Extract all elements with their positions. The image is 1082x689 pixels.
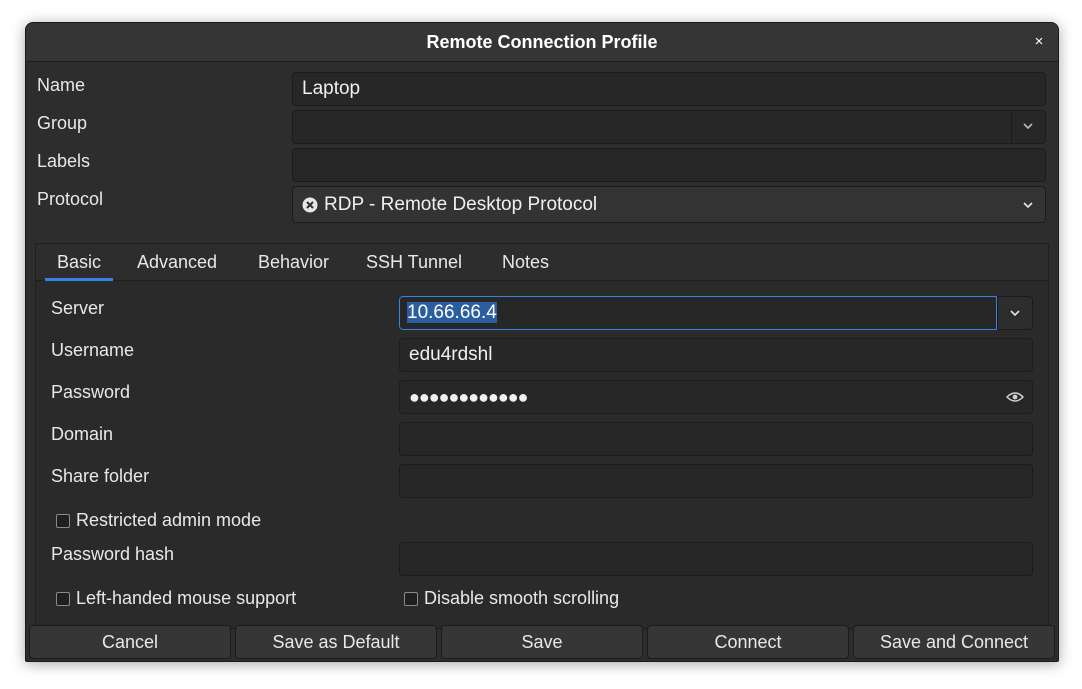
password-hash-label: Password hash (51, 544, 175, 564)
title-bar: Remote Connection Profile × (26, 23, 1058, 62)
server-entry[interactable]: 10.66.66.4 (399, 296, 997, 330)
name-value: Laptop (302, 78, 361, 99)
dialog-title: Remote Connection Profile (426, 32, 658, 52)
tab-notes[interactable]: Notes (490, 244, 561, 280)
restricted-admin-checkbox[interactable] (56, 514, 70, 528)
server-label: Server (51, 298, 105, 318)
protocol-value: RDP - Remote Desktop Protocol (324, 194, 598, 215)
close-button[interactable]: × (1028, 31, 1050, 53)
labels-label: Labels (37, 151, 91, 171)
close-icon: × (1034, 33, 1044, 50)
rdp-icon (302, 197, 318, 213)
save-as-default-button[interactable]: Save as Default (235, 625, 437, 659)
username-label: Username (51, 340, 135, 360)
domain-label: Domain (51, 424, 114, 444)
connect-button[interactable]: Connect (647, 625, 849, 659)
username-field[interactable]: edu4rdshl (399, 338, 1033, 372)
password-hash-field[interactable] (399, 542, 1033, 576)
domain-field[interactable] (399, 422, 1033, 456)
username-value: edu4rdshl (409, 344, 493, 365)
save-button[interactable]: Save (441, 625, 643, 659)
tab-bar: Basic Advanced Behavior SSH Tunnel Notes (36, 244, 1048, 281)
save-and-connect-button[interactable]: Save and Connect (853, 625, 1055, 659)
restricted-admin-label[interactable]: Restricted admin mode (76, 510, 261, 531)
protocol-label: Protocol (37, 189, 104, 209)
password-field[interactable]: ●●●●●●●●●●●● (399, 380, 1033, 414)
labels-field[interactable] (292, 148, 1046, 182)
smooth-scrolling-checkbox[interactable] (404, 592, 418, 606)
share-folder-label: Share folder (51, 466, 150, 486)
left-handed-label[interactable]: Left-handed mouse support (76, 588, 296, 609)
tab-behavior[interactable]: Behavior (246, 244, 341, 280)
connection-profile-dialog: Remote Connection Profile × Name Laptop … (25, 22, 1059, 662)
share-folder-field[interactable] (399, 464, 1033, 498)
eye-icon[interactable] (1006, 391, 1024, 403)
password-label: Password (51, 382, 131, 402)
group-dropdown-button[interactable] (1011, 111, 1045, 143)
tab-advanced[interactable]: Advanced (125, 244, 229, 280)
name-field[interactable]: Laptop (292, 72, 1046, 106)
chevron-down-icon (1023, 123, 1033, 130)
server-value: 10.66.66.4 (407, 302, 497, 323)
group-label: Group (37, 113, 88, 133)
settings-notebook: Basic Advanced Behavior SSH Tunnel Notes… (35, 243, 1049, 629)
protocol-dropdown[interactable]: RDP - Remote Desktop Protocol (292, 186, 1046, 223)
server-dropdown-button[interactable] (997, 296, 1033, 330)
chevron-down-icon (1023, 202, 1033, 209)
tab-basic[interactable]: Basic (45, 244, 114, 281)
password-value: ●●●●●●●●●●●● (409, 387, 528, 407)
smooth-scrolling-label[interactable]: Disable smooth scrolling (424, 588, 619, 609)
left-handed-checkbox[interactable] (56, 592, 70, 606)
tab-ssh-tunnel[interactable]: SSH Tunnel (354, 244, 474, 280)
group-combo[interactable] (292, 110, 1046, 144)
chevron-down-icon (1010, 310, 1020, 317)
name-label: Name (37, 75, 86, 95)
server-combo[interactable]: 10.66.66.4 (399, 296, 1033, 330)
cancel-button[interactable]: Cancel (29, 625, 231, 659)
